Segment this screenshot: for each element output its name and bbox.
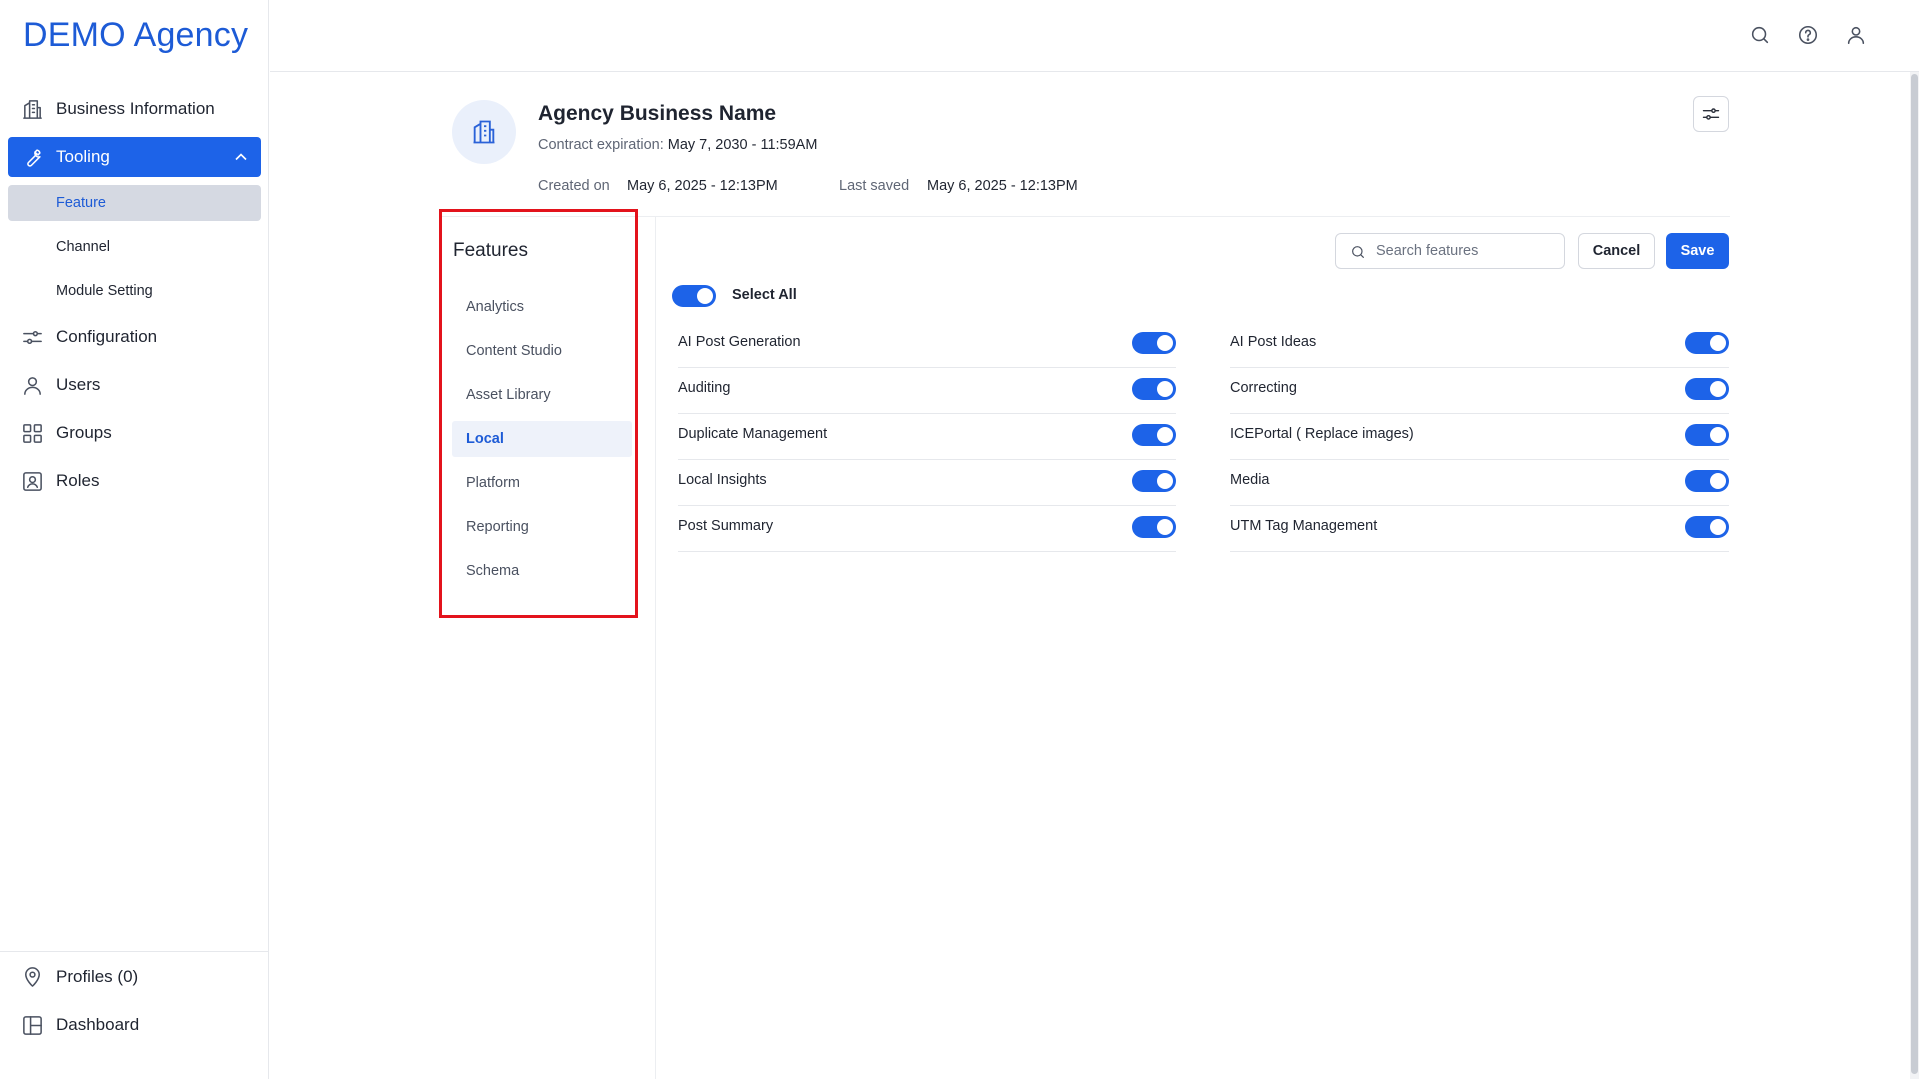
sidebar-item-roles[interactable]: Roles [8,461,261,501]
feature-row: UTM Tag Management [1230,506,1729,552]
feature-row: Auditing [678,368,1176,414]
building-icon [473,120,495,144]
select-all-label: Select All [732,287,797,303]
contract-value: May 7, 2030 - 11:59AM [667,137,818,153]
sidebar-divider [0,951,269,952]
select-all-toggle[interactable] [672,285,716,307]
brand-logo[interactable]: DEMO Agency [23,16,248,55]
panel-divider [655,217,656,1079]
feature-label: ICEPortal ( Replace images) [1230,426,1414,442]
sidebar-subitem-module-setting[interactable]: Module Setting [8,273,261,309]
user-icon [20,373,44,397]
sidebar-subitem-channel[interactable]: Channel [8,229,261,265]
help-icon[interactable] [1797,24,1821,48]
settings-button[interactable] [1693,96,1729,132]
feature-toggle[interactable] [1132,470,1176,492]
feature-toggle[interactable] [1132,332,1176,354]
save-button[interactable]: Save [1666,233,1729,269]
scrollbar-thumb[interactable] [1911,74,1918,1074]
chevron-up-icon[interactable] [231,147,251,167]
category-schema[interactable]: Schema [452,553,632,589]
sidebar-subitem-feature[interactable]: Feature [8,185,261,221]
features-title: Features [453,240,528,261]
feature-row: Correcting [1230,368,1729,414]
feature-label: AI Post Ideas [1230,334,1317,350]
sidebar-item-profiles[interactable]: Profiles (0) [8,957,261,997]
search-features-box[interactable] [1335,233,1565,269]
feature-toggle[interactable] [1685,378,1729,400]
sidebar-item-label: Business Information [56,99,215,118]
feature-label: Auditing [678,380,731,396]
category-content-studio[interactable]: Content Studio [452,333,632,369]
feature-toggle[interactable] [1685,332,1729,354]
sidebar-item-label: Roles [56,471,100,490]
feature-toggle[interactable] [1132,424,1176,446]
business-name: Agency Business Name [538,102,777,125]
saved-label: Last saved [839,178,910,194]
page-scrollbar[interactable] [1910,72,1919,1079]
feature-toggle[interactable] [1685,516,1729,538]
feature-row: AI Post Generation [678,322,1176,368]
feature-label: Media [1230,472,1270,488]
sidebar-item-label: Tooling [56,147,110,166]
sidebar-item-label: Users [56,375,101,394]
sidebar-item-label: Profiles (0) [56,967,139,986]
created-value: May 6, 2025 - 12:13PM [627,178,778,194]
wrench-icon [20,145,44,169]
top-bar [270,0,1919,72]
search-features-input[interactable] [1376,243,1556,259]
category-platform[interactable]: Platform [452,465,632,501]
grid-icon [20,421,44,445]
layout-icon [20,1013,44,1037]
category-analytics[interactable]: Analytics [452,289,632,325]
feature-label: UTM Tag Management [1230,518,1378,534]
feature-label: AI Post Generation [678,334,801,350]
feature-row: Post Summary [678,506,1176,552]
sidebar-item-business-information[interactable]: Business Information [8,89,261,129]
created-label: Created on [538,178,610,194]
feature-toggle[interactable] [1132,378,1176,400]
account-icon[interactable] [1845,24,1869,48]
feature-label: Duplicate Management [678,426,828,442]
contract-expiration: Contract expiration: May 7, 2030 - 11:59… [538,137,817,153]
contract-label: Contract expiration: [538,137,664,153]
feature-toggle[interactable] [1685,424,1729,446]
sidebar-item-groups[interactable]: Groups [8,413,261,453]
building-icon [20,97,44,121]
map-pin-icon [20,965,44,989]
feature-row: Local Insights [678,460,1176,506]
feature-toggle[interactable] [1685,470,1729,492]
sidebar-item-configuration[interactable]: Configuration [8,317,261,357]
feature-label: Post Summary [678,518,774,534]
feature-toggle[interactable] [1132,516,1176,538]
sliders-icon [20,325,44,349]
sidebar: DEMO Agency Business Information Tooling… [0,0,269,1079]
feature-row: Duplicate Management [678,414,1176,460]
category-asset-library[interactable]: Asset Library [452,377,632,413]
sidebar-item-dashboard[interactable]: Dashboard [8,1005,261,1045]
feature-row: Media [1230,460,1729,506]
id-badge-icon [20,469,44,493]
saved-value: May 6, 2025 - 12:13PM [927,178,1078,194]
sidebar-item-label: Groups [56,423,112,442]
feature-row: ICEPortal ( Replace images) [1230,414,1729,460]
category-reporting[interactable]: Reporting [452,509,632,545]
business-avatar [452,100,516,164]
sidebar-item-users[interactable]: Users [8,365,261,405]
feature-label: Local Insights [678,472,767,488]
category-local[interactable]: Local [452,421,632,457]
feature-row: AI Post Ideas [1230,322,1729,368]
cancel-button[interactable]: Cancel [1578,233,1655,269]
feature-label: Correcting [1230,380,1297,396]
sliders-icon [1702,108,1720,120]
sidebar-item-label: Configuration [56,327,158,346]
search-icon [1352,246,1364,258]
sidebar-item-label: Dashboard [56,1015,140,1034]
sidebar-item-tooling[interactable]: Tooling [8,137,261,177]
search-icon[interactable] [1749,24,1773,48]
